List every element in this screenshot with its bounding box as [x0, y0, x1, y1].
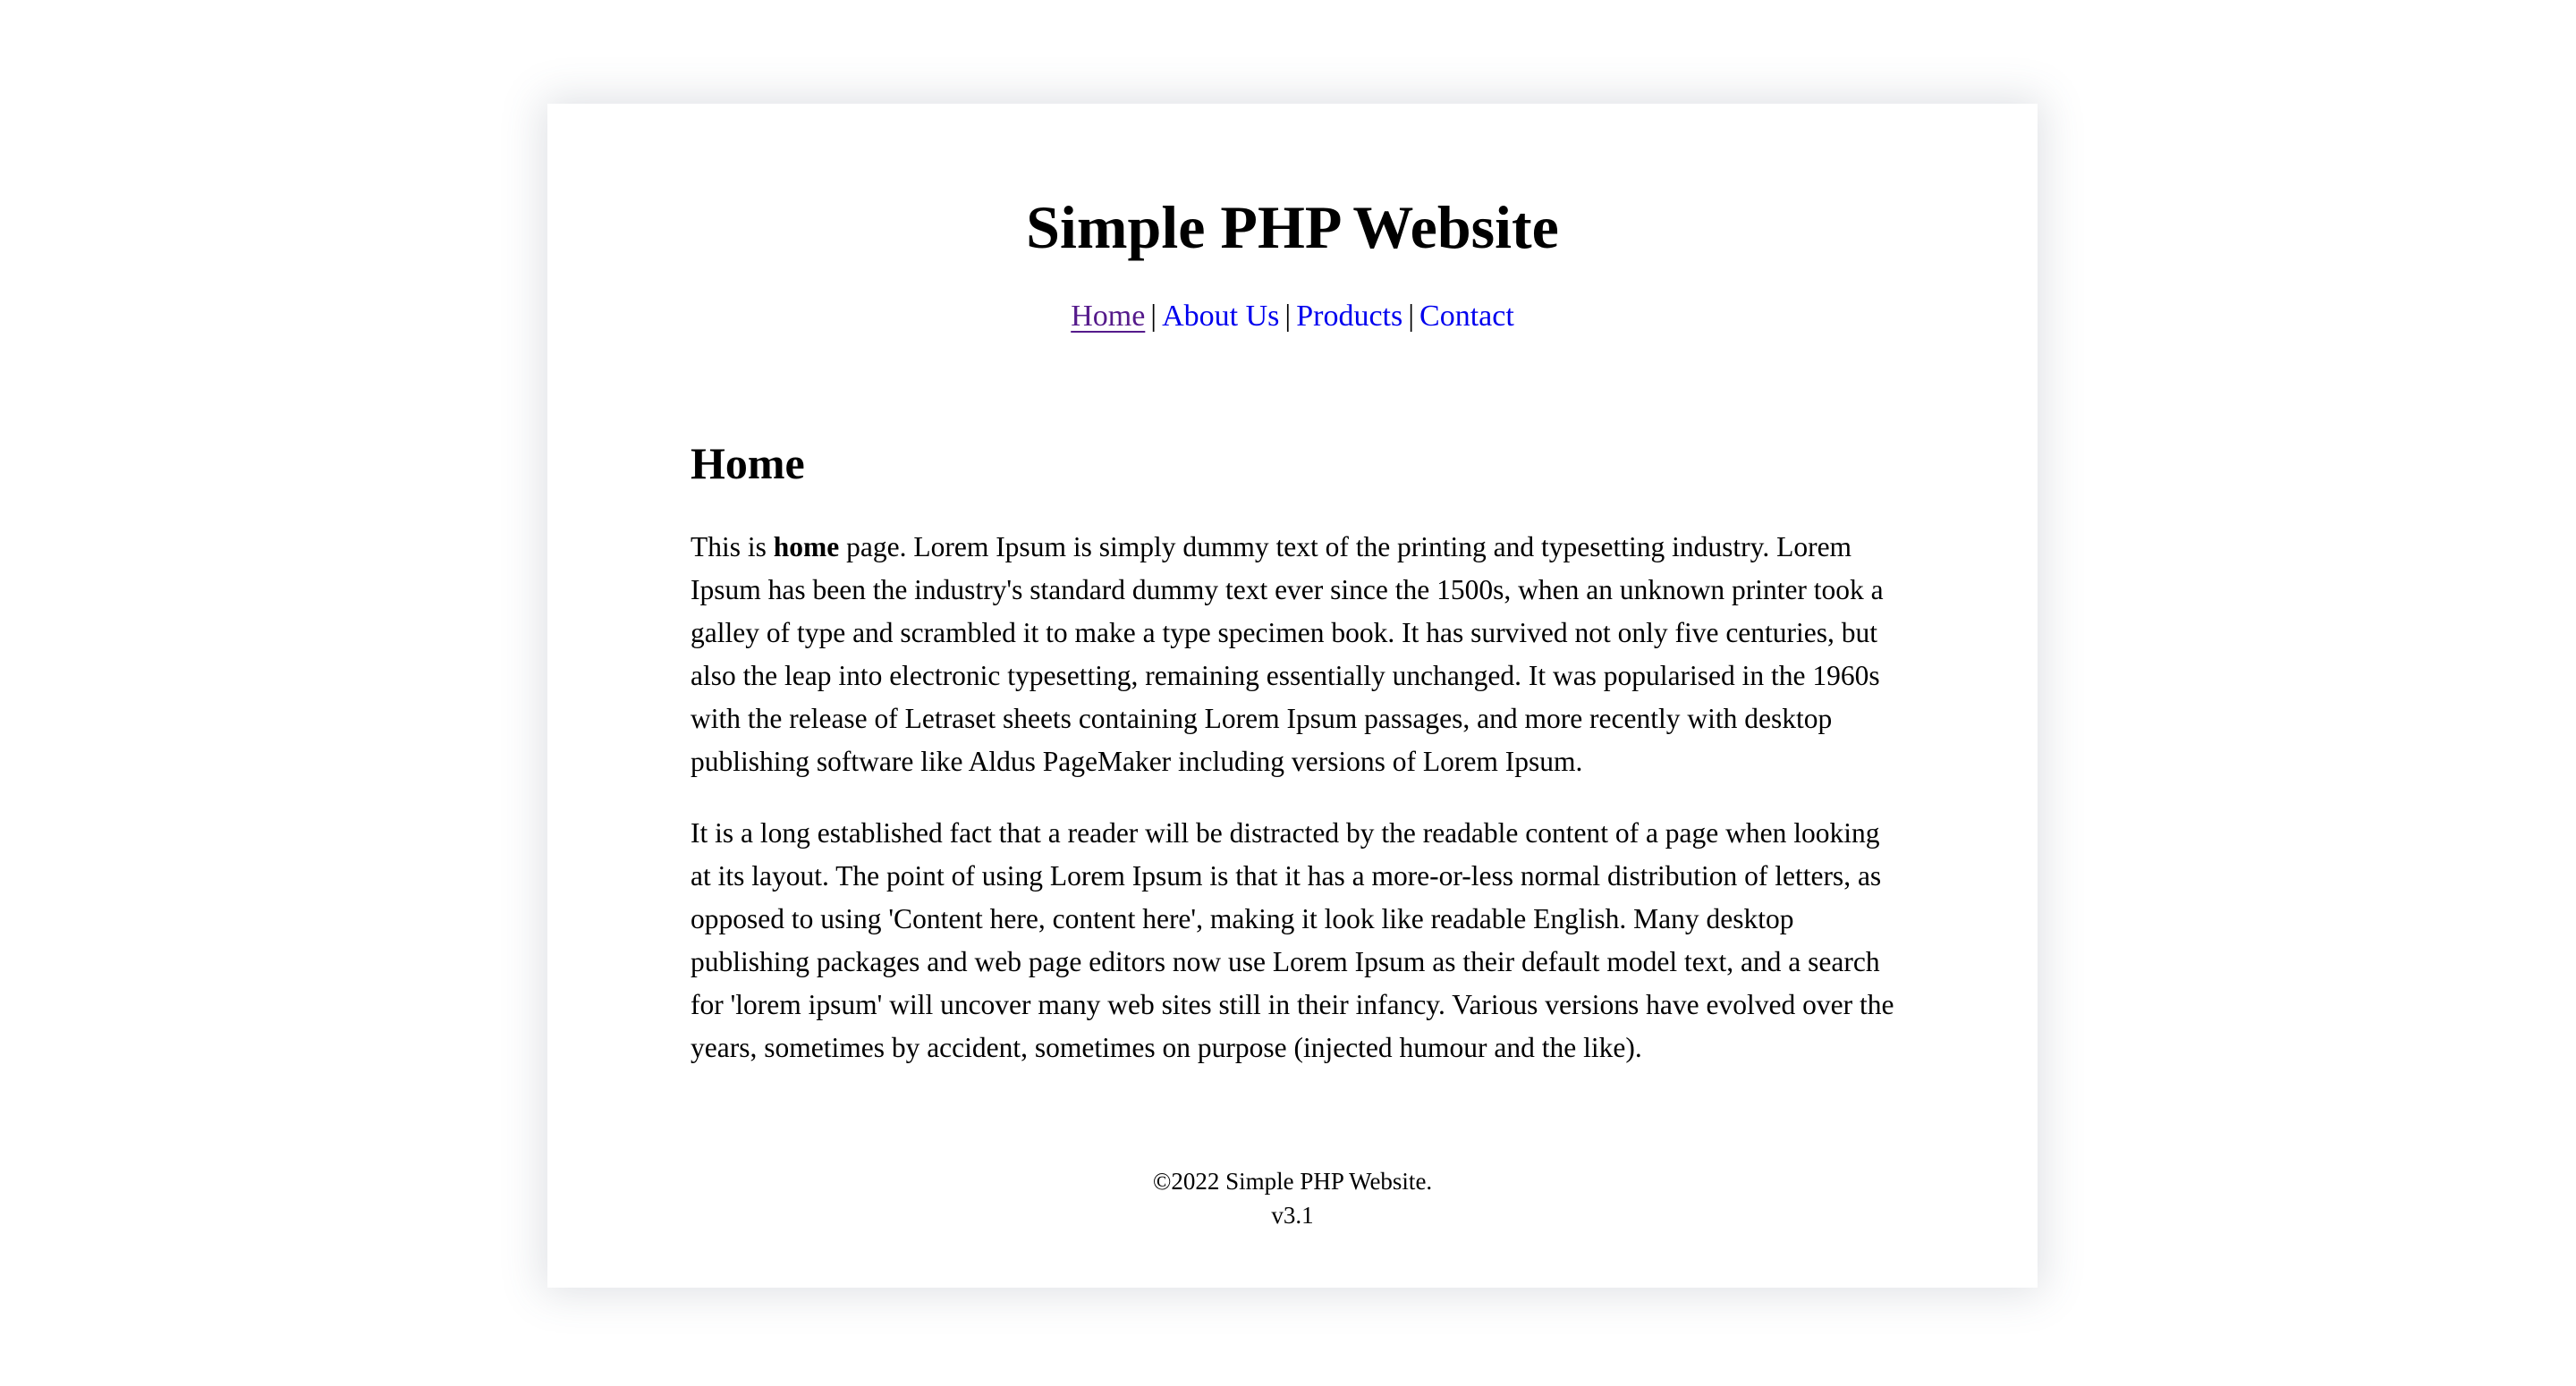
intro-rest: page. Lorem Ipsum is simply dummy text o…: [691, 531, 1884, 777]
page-container: Simple PHP Website Home | About Us | Product…: [547, 104, 2038, 1288]
nav-separator: |: [1150, 300, 1157, 333]
page-heading: Home: [691, 438, 805, 488]
site-title: Simple PHP Website: [1026, 193, 1559, 261]
second-paragraph: It is a long established fact that a rea…: [691, 817, 1894, 1063]
nav-link-about-us[interactable]: About Us: [1162, 300, 1279, 333]
nav-separator: |: [1284, 300, 1292, 333]
main-content: Home This is home page. Lorem Ipsum is s…: [691, 433, 1907, 1069]
page-footer: ©2022 Simple PHP Website. v3.1: [547, 1164, 2038, 1232]
nav-link-home[interactable]: Home: [1071, 300, 1145, 333]
version-text: v3.1: [1271, 1202, 1314, 1229]
intro-paragraph: This is home page. Lorem Ipsum is simply…: [691, 526, 1907, 783]
intro-bold-word: home: [773, 531, 840, 562]
nav-link-products[interactable]: Products: [1296, 300, 1402, 333]
copyright-text: ©2022 Simple PHP Website.: [1152, 1168, 1433, 1195]
main-nav: Home | About Us | Products | Contact: [547, 297, 2038, 336]
nav-link-contact[interactable]: Contact: [1419, 300, 1514, 333]
intro-prefix: This is: [691, 531, 774, 562]
nav-separator: |: [1408, 300, 1415, 333]
